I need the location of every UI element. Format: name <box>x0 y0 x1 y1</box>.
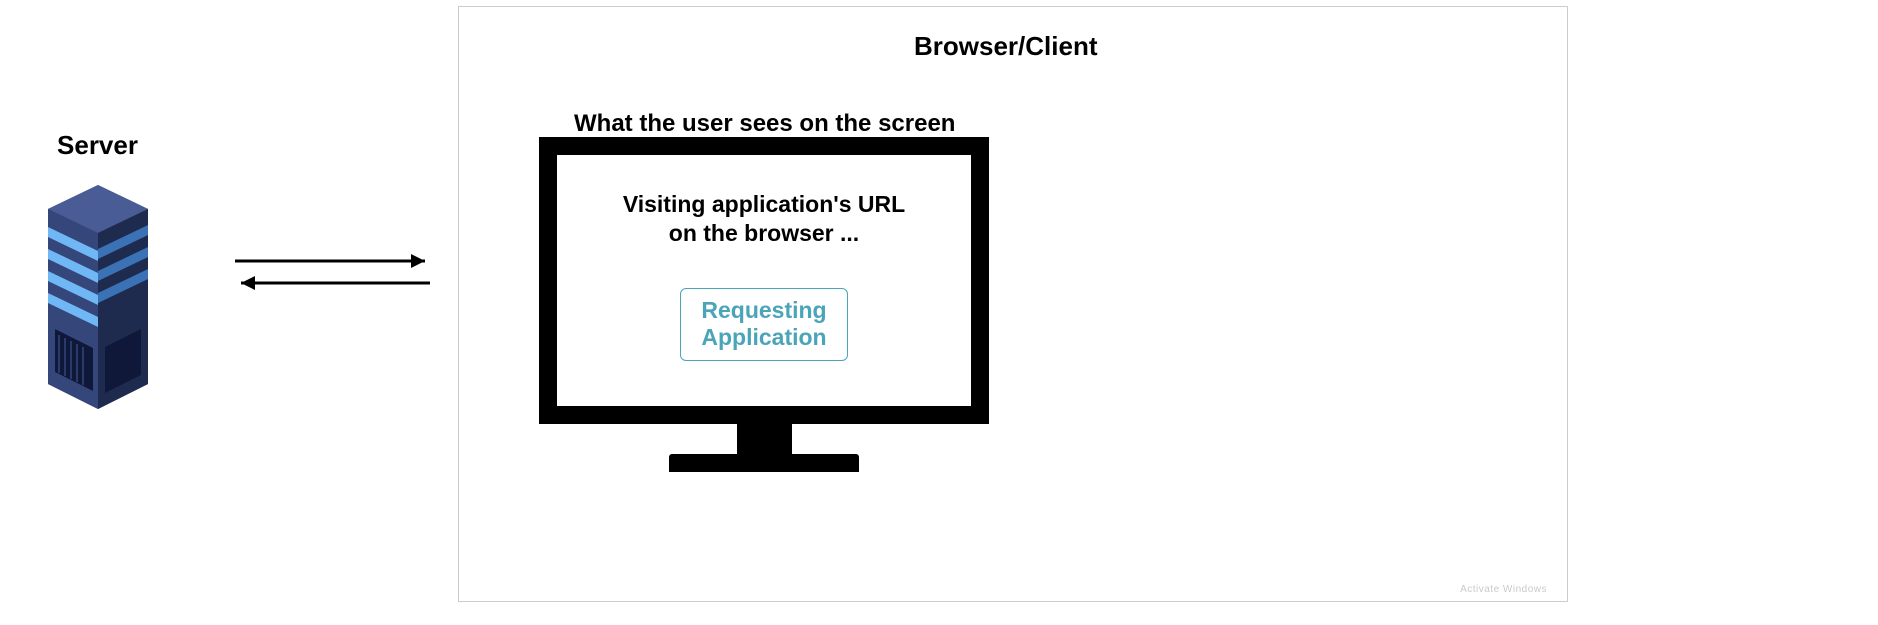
request-line2: Application <box>701 324 826 350</box>
server-icon <box>33 179 163 419</box>
monitor-base <box>669 454 859 472</box>
request-line1: Requesting <box>701 297 826 323</box>
monitor-bezel: Visiting application's URL on the browse… <box>539 137 989 424</box>
screen-text-line2: on the browser ... <box>669 220 859 246</box>
watermark-text: Activate Windows <box>1460 584 1547 595</box>
browser-client-label: Browser/Client <box>914 31 1098 62</box>
monitor-screen: Visiting application's URL on the browse… <box>557 155 971 406</box>
monitor-neck <box>737 424 792 454</box>
bidirectional-arrow-icon <box>225 243 440 303</box>
screen-caption: What the user sees on the screen <box>574 110 955 138</box>
browser-client-panel: Browser/Client What the user sees on the… <box>458 6 1568 602</box>
screen-text-line1: Visiting application's URL <box>623 191 905 217</box>
server-section: Server <box>10 130 185 419</box>
server-label: Server <box>10 130 185 161</box>
screen-visiting-text: Visiting application's URL on the browse… <box>623 190 905 248</box>
monitor-icon: Visiting application's URL on the browse… <box>539 137 989 482</box>
requesting-application-badge: Requesting Application <box>680 288 847 361</box>
